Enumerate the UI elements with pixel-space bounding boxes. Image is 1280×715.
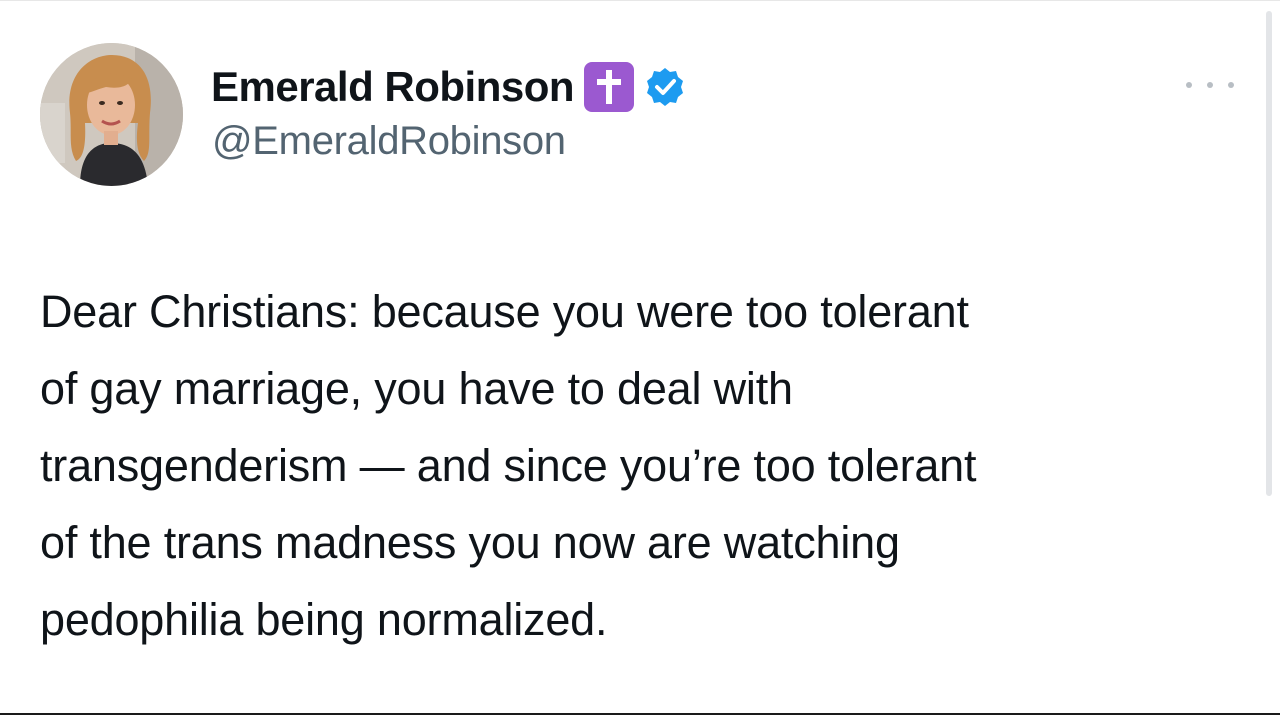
author-display-name[interactable]: Emerald Robinson (211, 63, 575, 111)
tweet-text-line: transgenderism — and since you’re too to… (40, 440, 977, 491)
tweet-body: Dear Christians: because you were too to… (40, 273, 1240, 658)
author-name-row: Emerald Robinson (211, 59, 686, 115)
tweet-text-line: of the trans madness you now are watchin… (40, 517, 900, 568)
author-avatar[interactable] (40, 43, 183, 186)
verified-check-icon[interactable] (644, 66, 686, 108)
tweet-text-line: Dear Christians: because you were too to… (40, 286, 969, 337)
tweet-card: Emerald Robinson @EmeraldRobinson Dear C… (0, 0, 1280, 715)
avatar-photo (40, 43, 183, 186)
tweet-text-line: pedophilia being normalized. (40, 594, 608, 645)
latin-cross-icon (584, 62, 635, 112)
more-dot (1207, 82, 1213, 88)
scrollbar-thumb[interactable] (1266, 11, 1272, 496)
author-handle[interactable]: @EmeraldRobinson (212, 119, 566, 164)
tweet-text-line: of gay marriage, you have to deal with (40, 363, 793, 414)
more-horizontal-icon[interactable] (1186, 75, 1234, 95)
more-dot (1186, 82, 1192, 88)
more-dot (1228, 82, 1234, 88)
